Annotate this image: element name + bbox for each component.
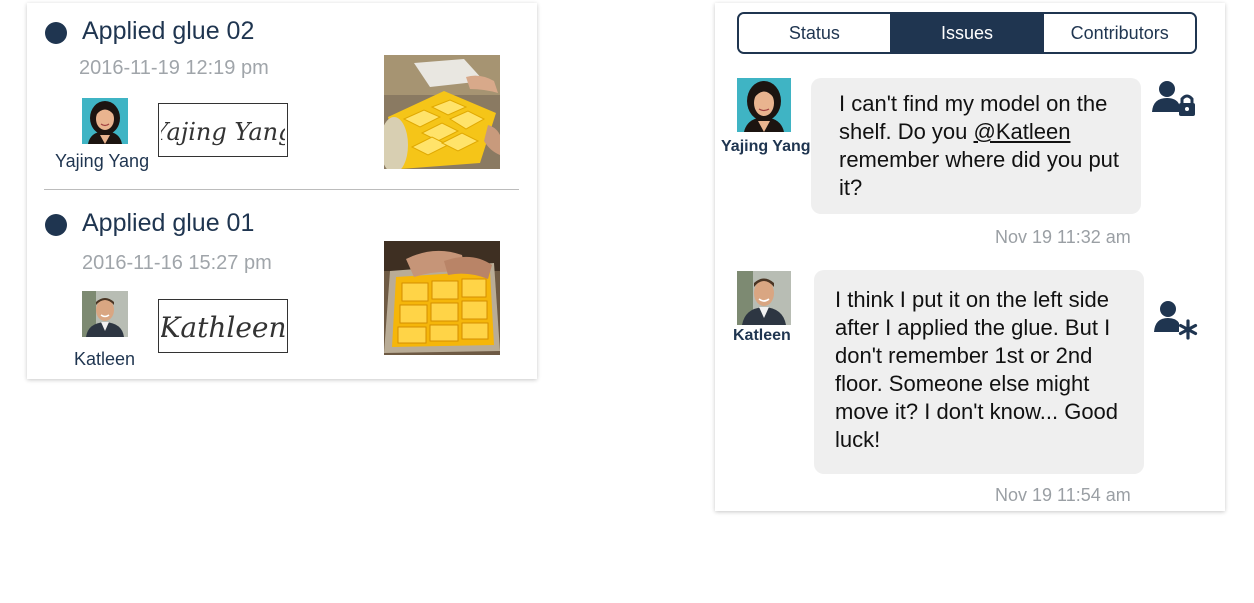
user-asterisk-icon <box>1154 300 1200 347</box>
svg-text:Yajing Yang: Yajing Yang <box>161 118 285 146</box>
user-lock-icon <box>1152 80 1198 125</box>
signature-image: Kathleen <box>158 299 288 353</box>
issues-panel: Status Issues Contributors Yajing Yang I… <box>715 3 1225 511</box>
message-timestamp: Nov 19 11:54 am <box>995 485 1131 505</box>
work-photo[interactable] <box>384 241 500 355</box>
svg-text:Kathleen: Kathleen <box>161 311 285 344</box>
message-author: Katleen <box>733 327 791 344</box>
message-text: I think I put it on the left side after … <box>835 287 1119 452</box>
entry-user-name: Yajing Yang <box>55 151 150 171</box>
message-author: Yajing Yang <box>721 138 811 155</box>
entry-date: 2016-11-16 15:27 pm <box>82 252 272 274</box>
timeline-dot <box>45 214 67 236</box>
avatar <box>82 291 128 337</box>
activity-log-card: Applied glue 02 2016-11-19 12:19 pm Yaji… <box>27 3 537 379</box>
mention-link[interactable]: @Katleen <box>974 119 1071 144</box>
avatar <box>82 98 128 144</box>
avatar[interactable] <box>737 78 791 132</box>
tab-contributors[interactable]: Contributors <box>1042 14 1195 52</box>
entry-user-name: Katleen <box>74 349 136 369</box>
message-bubble: I think I put it on the left side after … <box>814 270 1144 474</box>
tab-issues[interactable]: Issues <box>889 14 1043 52</box>
entry-title: Applied glue 01 <box>82 209 255 237</box>
tab-status[interactable]: Status <box>739 14 890 52</box>
avatar[interactable] <box>737 271 791 325</box>
entry-title: Applied glue 02 <box>82 17 255 45</box>
entry-divider <box>44 189 519 190</box>
message-text: remember where did you put it? <box>839 147 1120 200</box>
entry-date: 2016-11-19 12:19 pm <box>79 57 269 79</box>
work-photo[interactable] <box>384 55 500 169</box>
tab-bar: Status Issues Contributors <box>737 12 1197 54</box>
message-timestamp: Nov 19 11:32 am <box>995 227 1131 247</box>
timeline-dot <box>45 22 67 44</box>
message-bubble: I can't find my model on the shelf. Do y… <box>811 78 1141 214</box>
signature-image: Yajing Yang <box>158 103 288 157</box>
